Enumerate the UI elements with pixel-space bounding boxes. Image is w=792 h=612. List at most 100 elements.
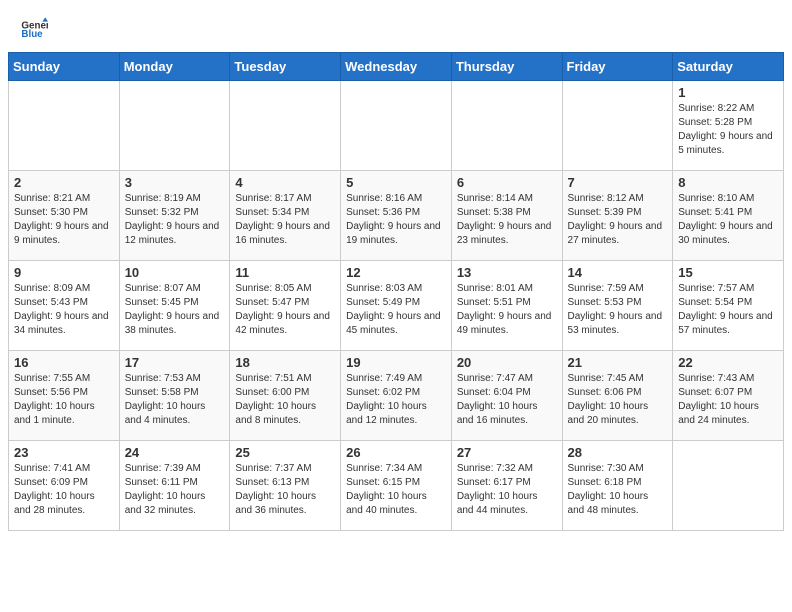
day-info: Sunrise: 7:55 AM Sunset: 5:56 PM Dayligh… [14,372,114,428]
day-info: Sunrise: 7:49 AM Sunset: 6:02 PM Dayligh… [346,372,446,428]
weekday-saturday: Saturday [673,53,784,81]
day-cell [230,81,341,171]
day-cell: 6 Sunrise: 8:14 AM Sunset: 5:38 PM Daylig… [451,171,562,261]
day-info: Sunrise: 7:43 AM Sunset: 6:07 PM Dayligh… [678,372,778,428]
week-row-3: 9 Sunrise: 8:09 AM Sunset: 5:43 PM Daylig… [9,261,784,351]
day-info: Sunrise: 8:03 AM Sunset: 5:49 PM Dayligh… [346,282,446,338]
day-number: 8 [678,175,778,190]
week-row-2: 2 Sunrise: 8:21 AM Sunset: 5:30 PM Daylig… [9,171,784,261]
day-number: 21 [568,355,668,370]
day-cell: 16 Sunrise: 7:55 AM Sunset: 5:56 PM Dayli… [9,351,120,441]
day-info: Sunrise: 8:05 AM Sunset: 5:47 PM Dayligh… [235,282,335,338]
day-cell: 21 Sunrise: 7:45 AM Sunset: 6:06 PM Dayli… [562,351,673,441]
day-cell: 4Sunrise: 8:17 AM Sunset: 5:34 PM Daylig… [230,171,341,261]
calendar-header: SundayMondayTuesdayWednesdayThursdayFrid… [9,53,784,81]
day-number: 3 [125,175,225,190]
day-number: 11 [235,265,335,280]
day-info: Sunrise: 7:32 AM Sunset: 6:17 PM Dayligh… [457,462,557,518]
day-info: Sunrise: 8:22 AM Sunset: 5:28 PM Dayligh… [678,102,778,158]
day-number: 13 [457,265,557,280]
week-row-4: 16 Sunrise: 7:55 AM Sunset: 5:56 PM Dayli… [9,351,784,441]
day-info: Sunrise: 8:01 AM Sunset: 5:51 PM Dayligh… [457,282,557,338]
weekday-friday: Friday [562,53,673,81]
day-info: Sunrise: 8:10 AM Sunset: 5:41 PM Dayligh… [678,192,778,248]
day-info: Sunrise: 7:39 AM Sunset: 6:11 PM Dayligh… [125,462,225,518]
day-cell [451,81,562,171]
day-number: 20 [457,355,557,370]
day-number: 23 [14,445,114,460]
weekday-wednesday: Wednesday [341,53,452,81]
week-row-5: 23 Sunrise: 7:41 AM Sunset: 6:09 PM Dayli… [9,441,784,531]
day-cell: 1 Sunrise: 8:22 AM Sunset: 5:28 PM Daylig… [673,81,784,171]
calendar-body: 1 Sunrise: 8:22 AM Sunset: 5:28 PM Daylig… [9,81,784,531]
day-cell: 10Sunrise: 8:07 AM Sunset: 5:45 PM Dayli… [119,261,230,351]
page-header: General Blue [0,0,792,52]
week-row-1: 1 Sunrise: 8:22 AM Sunset: 5:28 PM Daylig… [9,81,784,171]
day-info: Sunrise: 8:14 AM Sunset: 5:38 PM Dayligh… [457,192,557,248]
day-number: 10 [125,265,225,280]
day-number: 12 [346,265,446,280]
day-cell: 5 Sunrise: 8:16 AM Sunset: 5:36 PM Daylig… [341,171,452,261]
day-cell [341,81,452,171]
day-cell: 26 Sunrise: 7:34 AM Sunset: 6:15 PM Dayli… [341,441,452,531]
day-info: Sunrise: 7:47 AM Sunset: 6:04 PM Dayligh… [457,372,557,428]
day-info: Sunrise: 7:45 AM Sunset: 6:06 PM Dayligh… [568,372,668,428]
day-number: 14 [568,265,668,280]
day-info: Sunrise: 7:59 AM Sunset: 5:53 PM Dayligh… [568,282,668,338]
day-info: Sunrise: 8:21 AM Sunset: 5:30 PM Dayligh… [14,192,114,248]
day-number: 7 [568,175,668,190]
day-cell: 20 Sunrise: 7:47 AM Sunset: 6:04 PM Dayli… [451,351,562,441]
day-number: 18 [235,355,335,370]
day-info: Sunrise: 8:17 AM Sunset: 5:34 PM Dayligh… [235,192,335,248]
day-cell: 17 Sunrise: 7:53 AM Sunset: 5:58 PM Dayli… [119,351,230,441]
day-info: Sunrise: 8:09 AM Sunset: 5:43 PM Dayligh… [14,282,114,338]
day-info: Sunrise: 7:30 AM Sunset: 6:18 PM Dayligh… [568,462,668,518]
day-cell: 2 Sunrise: 8:21 AM Sunset: 5:30 PM Daylig… [9,171,120,261]
day-cell: 8 Sunrise: 8:10 AM Sunset: 5:41 PM Daylig… [673,171,784,261]
day-number: 28 [568,445,668,460]
day-cell: 11 Sunrise: 8:05 AM Sunset: 5:47 PM Dayli… [230,261,341,351]
day-info: Sunrise: 7:37 AM Sunset: 6:13 PM Dayligh… [235,462,335,518]
day-cell [9,81,120,171]
day-cell: 12 Sunrise: 8:03 AM Sunset: 5:49 PM Dayli… [341,261,452,351]
weekday-sunday: Sunday [9,53,120,81]
day-number: 1 [678,85,778,100]
calendar-table: SundayMondayTuesdayWednesdayThursdayFrid… [8,52,784,531]
logo: General Blue [20,16,48,44]
day-info: Sunrise: 7:53 AM Sunset: 5:58 PM Dayligh… [125,372,225,428]
day-number: 15 [678,265,778,280]
weekday-tuesday: Tuesday [230,53,341,81]
day-info: Sunrise: 7:34 AM Sunset: 6:15 PM Dayligh… [346,462,446,518]
day-number: 16 [14,355,114,370]
day-cell: 24Sunrise: 7:39 AM Sunset: 6:11 PM Dayli… [119,441,230,531]
day-number: 17 [125,355,225,370]
day-cell: 25Sunrise: 7:37 AM Sunset: 6:13 PM Dayli… [230,441,341,531]
day-number: 2 [14,175,114,190]
day-info: Sunrise: 8:16 AM Sunset: 5:36 PM Dayligh… [346,192,446,248]
day-info: Sunrise: 8:19 AM Sunset: 5:32 PM Dayligh… [125,192,225,248]
svg-text:Blue: Blue [21,29,43,40]
day-info: Sunrise: 7:57 AM Sunset: 5:54 PM Dayligh… [678,282,778,338]
day-cell: 27 Sunrise: 7:32 AM Sunset: 6:17 PM Dayli… [451,441,562,531]
day-cell: 19 Sunrise: 7:49 AM Sunset: 6:02 PM Dayli… [341,351,452,441]
day-cell: 14 Sunrise: 7:59 AM Sunset: 5:53 PM Dayli… [562,261,673,351]
day-cell: 28 Sunrise: 7:30 AM Sunset: 6:18 PM Dayli… [562,441,673,531]
weekday-thursday: Thursday [451,53,562,81]
day-cell: 22 Sunrise: 7:43 AM Sunset: 6:07 PM Dayli… [673,351,784,441]
day-number: 22 [678,355,778,370]
logo-icon: General Blue [20,16,48,44]
day-cell: 7Sunrise: 8:12 AM Sunset: 5:39 PM Daylig… [562,171,673,261]
day-number: 9 [14,265,114,280]
day-cell [673,441,784,531]
weekday-header-row: SundayMondayTuesdayWednesdayThursdayFrid… [9,53,784,81]
day-number: 26 [346,445,446,460]
day-cell: 15 Sunrise: 7:57 AM Sunset: 5:54 PM Dayli… [673,261,784,351]
day-number: 5 [346,175,446,190]
day-cell: 23 Sunrise: 7:41 AM Sunset: 6:09 PM Dayli… [9,441,120,531]
day-cell: 18Sunrise: 7:51 AM Sunset: 6:00 PM Dayli… [230,351,341,441]
day-info: Sunrise: 7:41 AM Sunset: 6:09 PM Dayligh… [14,462,114,518]
day-cell: 9 Sunrise: 8:09 AM Sunset: 5:43 PM Daylig… [9,261,120,351]
day-number: 27 [457,445,557,460]
day-number: 6 [457,175,557,190]
day-number: 19 [346,355,446,370]
